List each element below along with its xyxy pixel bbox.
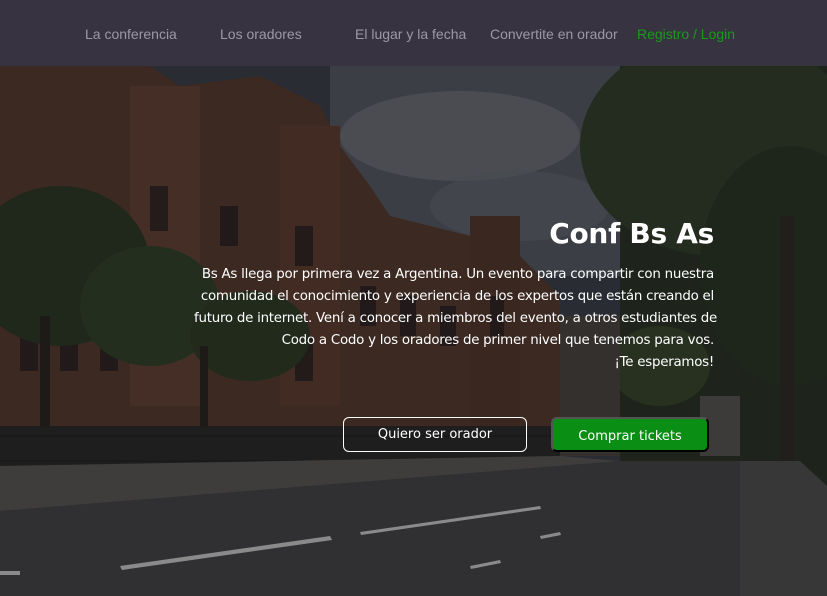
hero-description: Bs As llega por primera vez a Argentina.… (194, 264, 717, 374)
become-speaker-button[interactable]: Quiero ser orador (343, 417, 527, 452)
nav-link-oradores[interactable]: Los oradores (220, 26, 302, 43)
hero-description-line: Bs As llega por primera vez a Argentina.… (201, 267, 714, 282)
hero-description-line: comunidad el conocimiento y experiencia … (200, 289, 714, 304)
hero-section: Conf Bs As Bs As llega por primera vez a… (0, 66, 827, 596)
nav-link-registro-login[interactable]: Registro / Login (637, 26, 735, 43)
nav-link-conferencia[interactable]: La conferencia (85, 26, 177, 43)
top-navbar: La conferencia Los oradores El lugar y l… (0, 0, 827, 66)
hero-description-line: Codo a Codo y los oradores de primer niv… (281, 333, 715, 348)
nav-link-lugar-fecha[interactable]: El lugar y la fecha (355, 26, 466, 43)
nav-link-convertite-orador[interactable]: Convertite en orador (490, 26, 618, 43)
hero-title: Conf Bs As (549, 217, 714, 250)
hero-description-line: ¡Te esperamos! (614, 355, 714, 370)
hero-description-line: futuro de internet. Vení a conocer a mie… (194, 311, 717, 326)
buy-tickets-button[interactable]: Comprar tickets (551, 417, 709, 452)
